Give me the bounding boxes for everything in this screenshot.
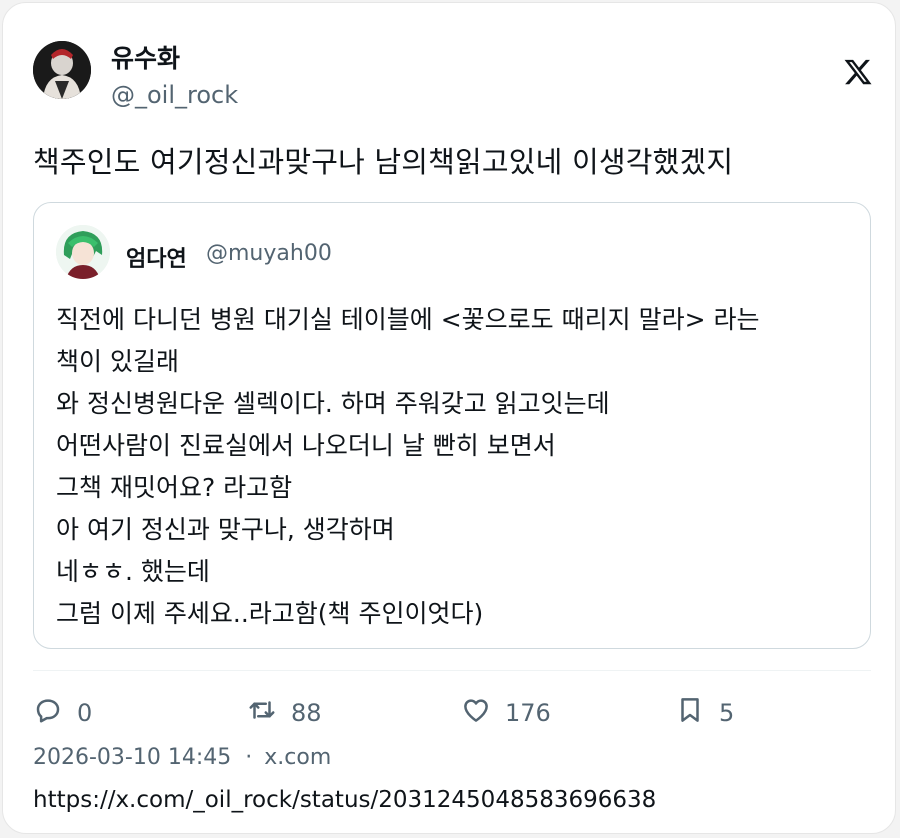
tweet-meta: 2026-03-10 14:45 · x.com: [33, 745, 331, 770]
author-avatar[interactable]: [33, 41, 91, 99]
like-button[interactable]: 176: [461, 693, 551, 733]
quoted-text-line: 그럼 이제 주세요..라고함(책 주인이엇다): [56, 599, 484, 628]
reply-button[interactable]: 0: [33, 693, 92, 733]
divider: [33, 670, 871, 671]
timestamp[interactable]: 2026-03-10 14:45: [33, 745, 231, 770]
bookmark-count: 5: [719, 699, 735, 727]
tweet-text: 책주인도 여기정신과맞구나 남의책읽고있네 이생각했겠지: [33, 145, 734, 179]
retweet-count: 88: [291, 699, 322, 727]
quoted-author-handle[interactable]: @muyah00: [206, 241, 332, 266]
quoted-tweet[interactable]: 엄다연 @muyah00 직전에 다니던 병원 대기실 테이블에 <꽃으로도 때…: [33, 202, 871, 649]
like-count: 176: [505, 699, 551, 727]
quoted-author-display-name[interactable]: 엄다연: [126, 241, 187, 273]
reply-icon: [33, 695, 63, 731]
quoted-text-line: 어떤사람이 진료실에서 나오더니 날 빤히 보면서: [56, 431, 556, 460]
author-display-name[interactable]: 유수화: [111, 39, 180, 75]
retweet-icon: [247, 695, 277, 731]
quoted-text-line: 네ㅎㅎ. 했는데: [56, 557, 210, 586]
bookmark-button[interactable]: 5: [675, 693, 734, 733]
heart-icon: [461, 695, 491, 731]
tweet-card: 유수화 @_oil_rock 책주인도 여기정신과맞구나 남의책읽고있네 이생각…: [2, 2, 896, 834]
x-logo-icon[interactable]: [843, 57, 873, 87]
bookmark-icon: [675, 695, 705, 731]
author-handle[interactable]: @_oil_rock: [111, 81, 238, 109]
source-link[interactable]: x.com: [264, 745, 331, 770]
quoted-text-line: 와 정신병원다운 셀렉이다. 하며 주워갖고 읽고잇는데: [56, 389, 610, 418]
tweet-url[interactable]: https://x.com/_oil_rock/status/203124504…: [33, 787, 656, 813]
quoted-author-avatar[interactable]: [56, 225, 110, 279]
reply-count: 0: [77, 699, 93, 727]
quoted-text-line: 아 여기 정신과 맞구나, 생각하며: [56, 515, 395, 544]
quoted-tweet-text: 직전에 다니던 병원 대기실 테이블에 <꽃으로도 때리지 말라> 라는 책이 …: [56, 299, 856, 635]
quoted-text-line: 직전에 다니던 병원 대기실 테이블에 <꽃으로도 때리지 말라> 라는: [56, 305, 760, 334]
retweet-button[interactable]: 88: [247, 693, 322, 733]
meta-separator: ·: [245, 745, 253, 770]
quoted-text-line: 그책 재밋어요? 라고함: [56, 473, 293, 502]
quoted-text-line: 책이 있길래: [56, 347, 179, 376]
